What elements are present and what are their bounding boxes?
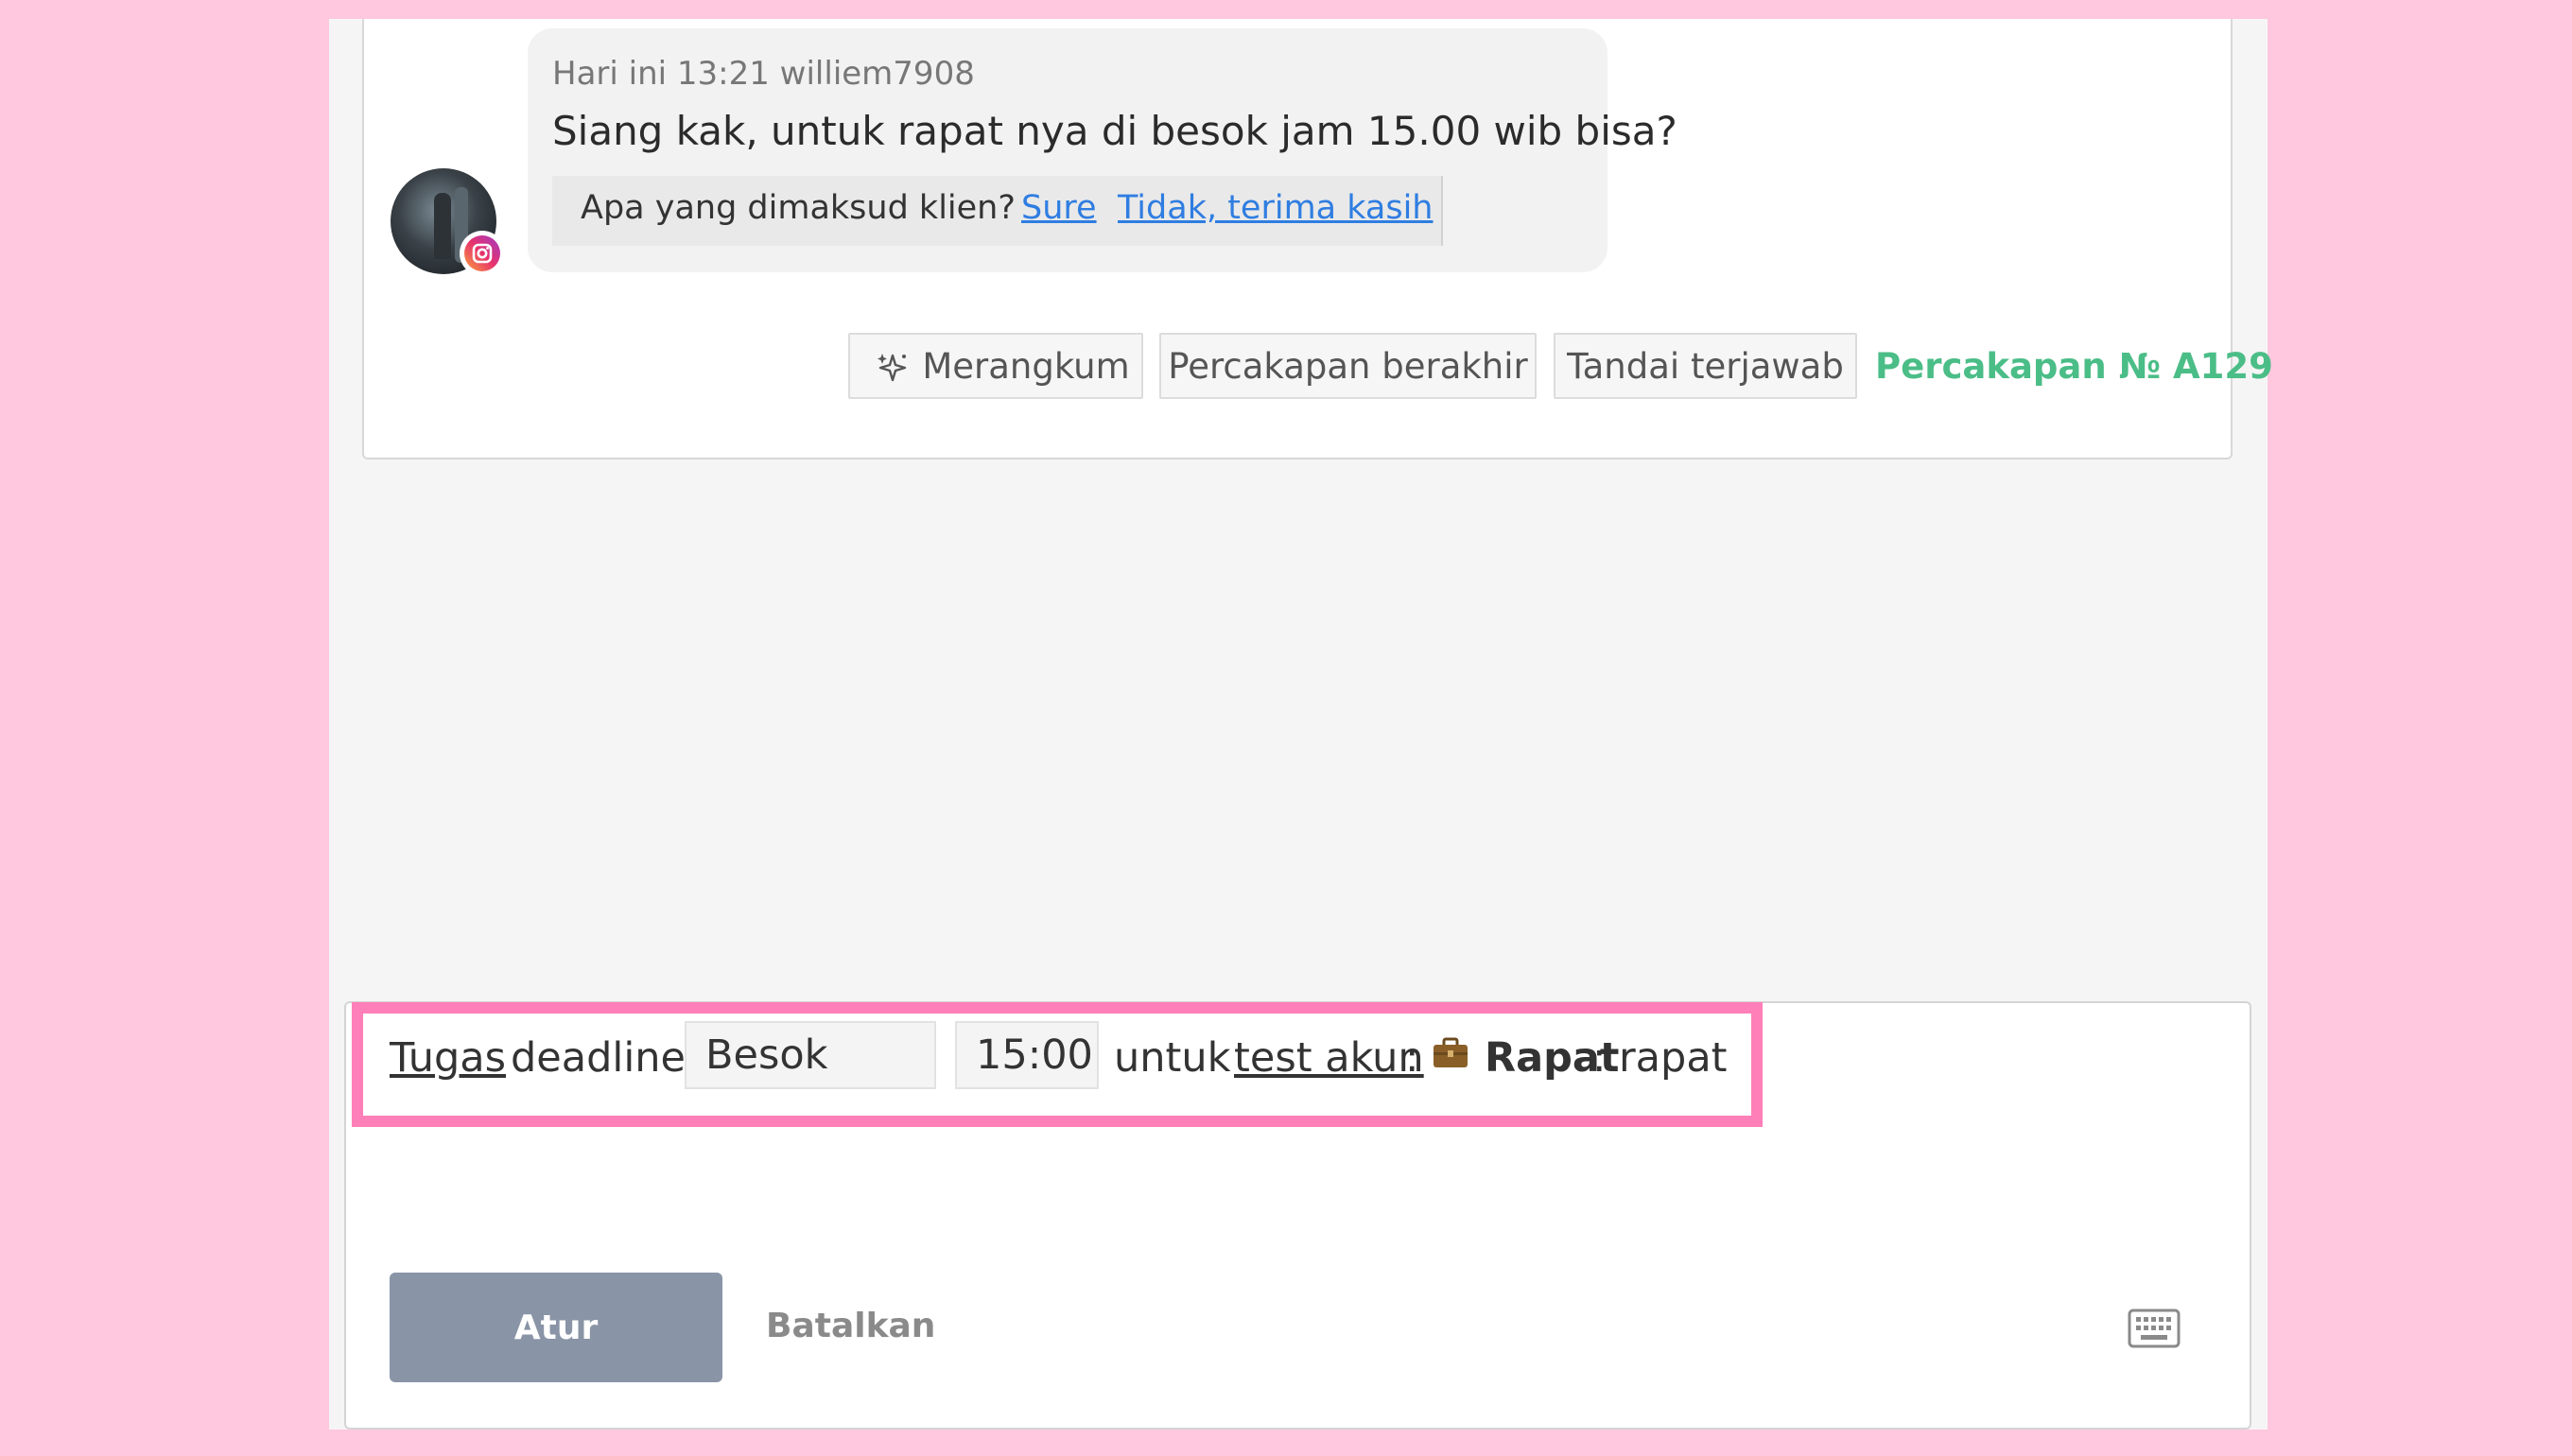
- conversation-id: Percakapan № A129: [1875, 346, 2273, 387]
- intent-no-link[interactable]: Tidak, terima kasih: [1118, 189, 1434, 227]
- cancel-button[interactable]: Batalkan: [766, 1307, 935, 1345]
- summarize-button[interactable]: Merangkum: [848, 333, 1143, 399]
- mark-answered-button[interactable]: Tandai terjawab: [1554, 333, 1857, 399]
- end-conversation-button[interactable]: Percakapan berakhir: [1159, 333, 1537, 399]
- summarize-label: Merangkum: [922, 345, 1130, 387]
- message-meta: Hari ini 13:21 williem7908: [552, 55, 975, 93]
- message-text: Siang kak, untuk rapat nya di besok jam …: [552, 108, 1677, 154]
- intent-question: Apa yang dimaksud klien?: [581, 189, 1016, 227]
- task-highlight: [352, 1002, 1763, 1127]
- sparkle-icon: [878, 354, 907, 382]
- keyboard-icon[interactable]: [2128, 1309, 2181, 1348]
- intent-yes-link[interactable]: Sure: [1021, 189, 1097, 227]
- instagram-icon: [460, 231, 505, 276]
- submit-button[interactable]: Atur: [390, 1273, 722, 1382]
